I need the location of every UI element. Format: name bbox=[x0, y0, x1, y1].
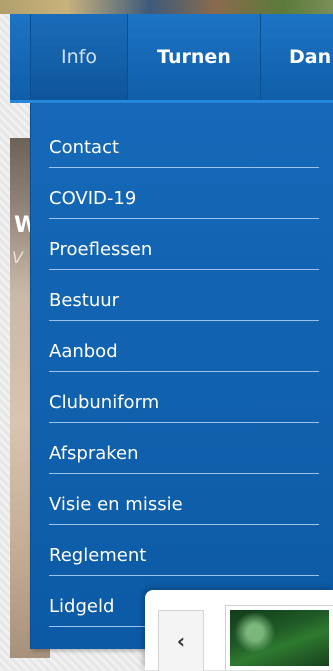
header-photo-strip bbox=[0, 0, 333, 14]
menu-item-covid-19[interactable]: COVID-19 bbox=[49, 168, 319, 219]
menu-item-reglement[interactable]: Reglement bbox=[49, 525, 319, 576]
thumbnail-image bbox=[230, 610, 329, 666]
menu-item-visie-en-missie[interactable]: Visie en missie bbox=[49, 474, 319, 525]
menu-item-afspraken[interactable]: Afspraken bbox=[49, 423, 319, 474]
chevron-left-icon: ‹ bbox=[176, 629, 186, 653]
menu-item-bestuur[interactable]: Bestuur bbox=[49, 270, 319, 321]
main-nav: Info Turnen Dan bbox=[10, 14, 333, 103]
nav-item-info[interactable]: Info bbox=[30, 14, 128, 100]
nav-item-dans[interactable]: Dan bbox=[261, 14, 333, 100]
hero-subheading-fragment: V bbox=[12, 248, 23, 267]
menu-item-aanbod[interactable]: Aanbod bbox=[49, 321, 319, 372]
image-slider: ‹ bbox=[145, 590, 333, 671]
menu-item-contact[interactable]: Contact bbox=[49, 117, 319, 168]
menu-item-proeflessen[interactable]: Proeflessen bbox=[49, 219, 319, 270]
info-dropdown-menu: Contact COVID-19 Proeflessen Bestuur Aan… bbox=[30, 103, 333, 649]
slider-prev-button[interactable]: ‹ bbox=[158, 610, 204, 671]
nav-item-turnen[interactable]: Turnen bbox=[128, 14, 261, 100]
slider-thumbnail[interactable] bbox=[225, 605, 333, 670]
menu-item-clubuniform[interactable]: Clubuniform bbox=[49, 372, 319, 423]
